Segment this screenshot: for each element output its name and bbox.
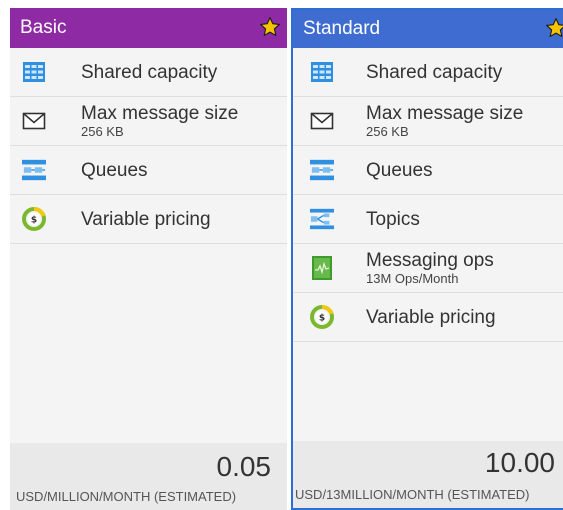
feature-item: Topics <box>293 195 563 244</box>
price-box: 10.00 USD/13MILLION/MONTH (ESTIMATED) <box>293 441 563 508</box>
pricing-card-standard[interactable]: Standard Shared capacity Max message siz… <box>291 8 563 510</box>
queues-icon <box>22 158 46 182</box>
feature-item: Max message size 256 KB <box>293 97 563 146</box>
feature-label: Max message size <box>366 103 524 124</box>
svg-text:$: $ <box>319 314 325 324</box>
price-unit: USD/13MILLION/MONTH (ESTIMATED) <box>295 487 530 502</box>
shared-capacity-icon <box>22 60 46 84</box>
feature-label: Variable pricing <box>81 209 211 230</box>
envelope-icon <box>22 109 46 133</box>
price-box: 0.05 USD/MILLION/MONTH (ESTIMATED) <box>10 443 287 510</box>
feature-item: Queues <box>293 146 563 195</box>
variable-pricing-icon: $ <box>22 207 46 231</box>
feature-label: Topics <box>366 209 420 230</box>
feature-label: Variable pricing <box>366 307 496 328</box>
feature-label: Messaging ops <box>366 250 494 271</box>
feature-item: $ Variable pricing <box>293 293 563 342</box>
star-icon[interactable] <box>545 17 563 39</box>
feature-list: Shared capacity Max message size 256 KB … <box>293 48 563 342</box>
price-unit: USD/MILLION/MONTH (ESTIMATED) <box>16 489 237 504</box>
card-title: Basic <box>20 17 67 38</box>
feature-item: Shared capacity <box>10 48 287 97</box>
feature-label: Max message size <box>81 103 239 124</box>
variable-pricing-icon: $ <box>310 305 334 329</box>
feature-label: Shared capacity <box>366 62 503 83</box>
feature-item: Max message size 256 KB <box>10 97 287 146</box>
feature-sublabel: 13M Ops/Month <box>366 271 459 286</box>
pricing-card-basic[interactable]: Basic Shared capacity Max message size 2… <box>10 8 287 510</box>
card-title: Standard <box>303 18 381 39</box>
feature-label: Queues <box>81 160 148 181</box>
price-value: 0.05 <box>216 451 272 482</box>
feature-item: Shared capacity <box>293 48 563 97</box>
feature-sublabel: 256 KB <box>366 124 409 139</box>
envelope-icon <box>310 109 334 133</box>
messaging-ops-icon <box>310 256 334 280</box>
feature-item: Messaging ops 13M Ops/Month <box>293 244 563 293</box>
feature-label: Queues <box>366 160 433 181</box>
svg-text:$: $ <box>31 216 37 226</box>
price-value: 10.00 <box>484 447 555 478</box>
card-header: Basic <box>10 8 287 48</box>
card-header: Standard <box>293 10 563 48</box>
feature-label: Shared capacity <box>81 62 218 83</box>
topics-icon <box>310 207 334 231</box>
feature-list: Shared capacity Max message size 256 KB … <box>10 48 287 244</box>
feature-sublabel: 256 KB <box>81 124 124 139</box>
queues-icon <box>310 158 334 182</box>
shared-capacity-icon <box>310 60 334 84</box>
feature-item: $ Variable pricing <box>10 195 287 244</box>
star-icon[interactable] <box>259 16 281 38</box>
feature-item: Queues <box>10 146 287 195</box>
